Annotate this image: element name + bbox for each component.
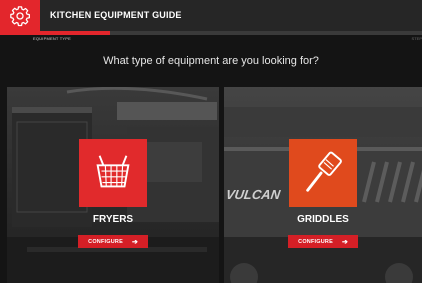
page-question: What type of equipment are you looking f… xyxy=(103,55,319,67)
brand-logo-vulcan: VULCAN xyxy=(224,187,282,202)
app-title: KITCHEN EQUIPMENT GUIDE xyxy=(50,10,182,20)
gear-icon xyxy=(10,5,30,26)
configure-griddles-button[interactable]: CONFIGURE ➔ xyxy=(288,235,358,248)
progress-fill xyxy=(0,31,110,35)
configure-button-label: CONFIGURE xyxy=(88,238,123,245)
fryers-tile xyxy=(79,139,147,207)
category-card-griddles[interactable]: VULCAN GRIDDLES CONFIGURE ➔ xyxy=(224,87,422,283)
step-label-last: STEP xyxy=(411,36,422,41)
arrow-right-icon: ➔ xyxy=(341,238,348,246)
app-logo[interactable] xyxy=(0,0,40,31)
step-label-equipment-type: EQUIPMENT TYPE xyxy=(33,36,71,41)
category-label-fryers: FRYERS xyxy=(92,214,134,225)
step-labels: EQUIPMENT TYPE STEP xyxy=(0,36,422,44)
griddles-tile xyxy=(289,139,357,207)
configure-fryers-button[interactable]: CONFIGURE ➔ xyxy=(78,235,148,248)
spatula-icon xyxy=(306,151,342,192)
progress-bar xyxy=(0,31,422,35)
fryer-basket-icon xyxy=(96,155,130,188)
category-label-griddles: GRIDDLES xyxy=(297,214,349,225)
arrow-right-icon: ➔ xyxy=(131,238,138,246)
category-card-fryers[interactable]: FRYERS CONFIGURE ➔ xyxy=(7,87,219,283)
app-header: KITCHEN EQUIPMENT GUIDE xyxy=(0,0,422,31)
configure-button-label: CONFIGURE xyxy=(298,238,333,245)
